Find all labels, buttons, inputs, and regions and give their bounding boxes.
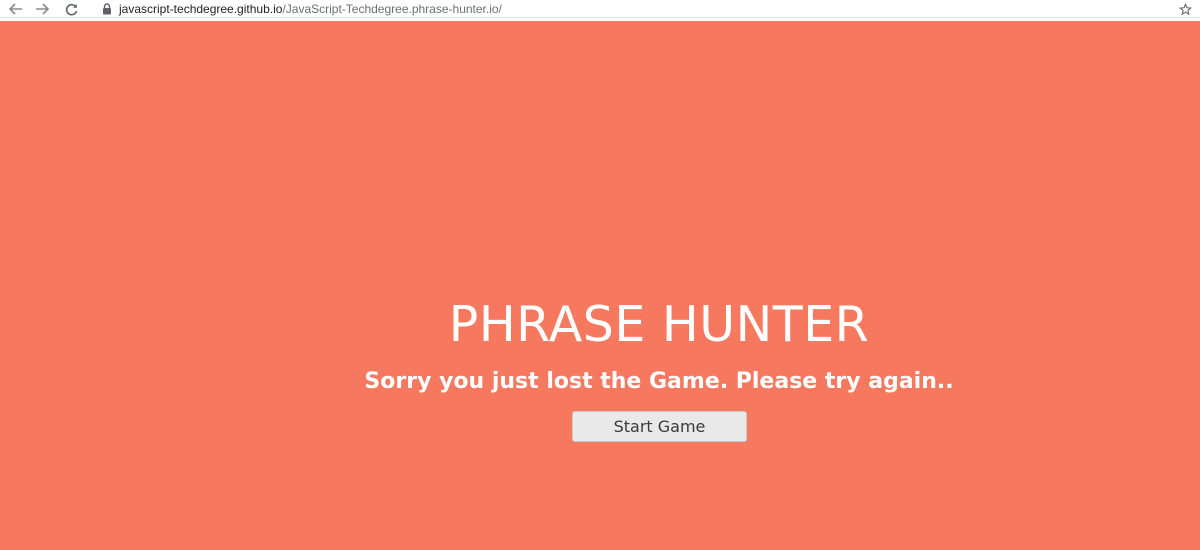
reload-icon bbox=[65, 3, 77, 15]
url-path: /JavaScript-Techdegree.phrase-hunter.io/ bbox=[282, 2, 502, 16]
url-host: javascript-techdegree.github.io bbox=[119, 2, 283, 16]
start-game-button[interactable]: Start Game bbox=[572, 411, 747, 442]
bookmark-button[interactable] bbox=[1176, 0, 1194, 18]
back-button[interactable] bbox=[6, 0, 26, 18]
forward-button[interactable] bbox=[32, 0, 52, 18]
address-bar[interactable]: javascript-techdegree.github.io/JavaScri… bbox=[119, 1, 502, 17]
back-arrow-icon bbox=[9, 3, 22, 15]
game-overlay: PHRASE HUNTER Sorry you just lost the Ga… bbox=[0, 21, 1200, 550]
game-title: PHRASE HUNTER bbox=[448, 296, 870, 353]
star-icon bbox=[1178, 2, 1192, 15]
game-over-message: Sorry you just lost the Game. Please try… bbox=[364, 369, 954, 394]
forward-arrow-icon bbox=[36, 3, 49, 15]
reload-button[interactable] bbox=[61, 0, 81, 18]
browser-toolbar: javascript-techdegree.github.io/JavaScri… bbox=[0, 0, 1200, 18]
lock-icon[interactable] bbox=[100, 2, 114, 16]
